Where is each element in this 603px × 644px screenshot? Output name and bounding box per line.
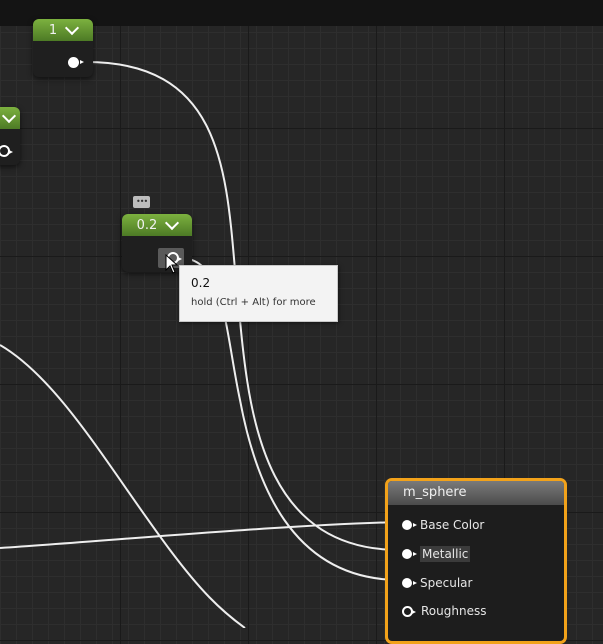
input-pin-icon[interactable] [402,605,416,617]
constant-node-02-header[interactable]: 0.2 [122,214,192,236]
pin-metallic[interactable]: Metallic [402,542,471,566]
pin-specular[interactable]: Specular [402,571,472,595]
chevron-down-icon[interactable] [65,20,80,35]
constant-node-1-value: 1 [48,22,58,38]
chevron-down-icon[interactable] [165,215,180,230]
pin-label: Base Color [420,518,485,532]
constant-node-1[interactable]: 1 [33,19,93,77]
pin-value-tooltip: 0.2 hold (Ctrl + Alt) for more [179,265,338,322]
input-pin-icon[interactable] [402,549,417,559]
pin-label: Metallic [420,546,471,562]
output-pin-icon[interactable] [0,145,13,157]
material-result-node[interactable]: m_sphere Base Color Metallic Specular Ro… [385,478,567,644]
constant-node-1-header[interactable]: 1 [33,19,93,41]
output-pin-icon[interactable] [68,57,84,68]
pin-label: Roughness [421,604,487,618]
pin-label: Specular [420,576,473,590]
input-pin-icon[interactable] [402,578,417,588]
constant-node-partial-header[interactable] [0,107,20,129]
tooltip-value: 0.2 [191,276,211,290]
constant-node-partial[interactable] [0,107,20,165]
pin-roughness[interactable]: Roughness [402,599,486,623]
wire-left-to-bottom [0,344,246,628]
mouse-cursor-icon [165,254,179,274]
constant-node-02-value: 0.2 [136,217,158,233]
constant-node-02[interactable]: 0.2 [122,214,192,272]
comment-bubble-icon[interactable]: ••• [133,196,150,208]
pin-base-color[interactable]: Base Color [402,513,484,537]
wire-to-base-color [0,521,401,549]
chevron-down-icon[interactable] [1,108,17,123]
input-pin-icon[interactable] [402,520,417,530]
material-node-title[interactable]: m_sphere [388,481,564,505]
tooltip-hint: hold (Ctrl + Alt) for more [191,297,316,308]
